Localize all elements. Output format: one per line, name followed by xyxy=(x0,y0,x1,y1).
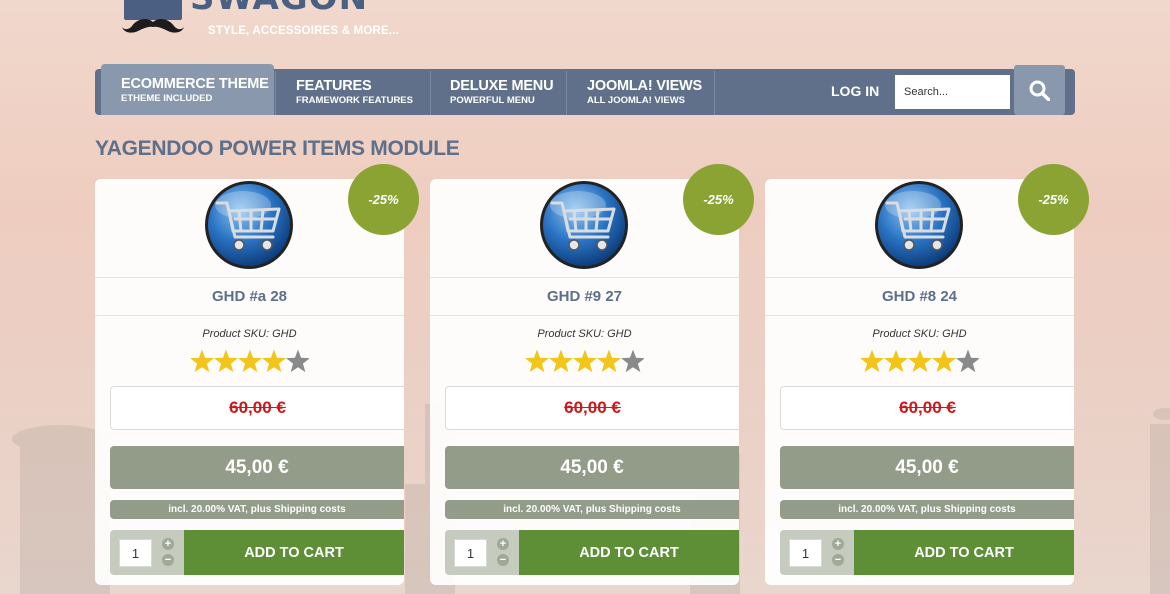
old-price: 60,00 € xyxy=(780,386,1074,430)
search-button[interactable] xyxy=(1014,65,1065,115)
shopping-cart-icon xyxy=(875,181,963,269)
product-card: -25% GHD #a 28 Product SKU: GHD 60,00 € … xyxy=(95,164,419,585)
nav-item-subtitle: ETHEME INCLUDED xyxy=(121,93,213,104)
plus-icon[interactable]: + xyxy=(497,538,509,550)
star-filled-icon xyxy=(525,349,549,373)
minus-icon[interactable]: − xyxy=(832,554,844,566)
nav-item-deluxe-menu[interactable]: DELUXE MENU POWERFUL MENU xyxy=(431,71,566,115)
star-filled-icon xyxy=(190,349,214,373)
quantity-input[interactable] xyxy=(789,539,822,567)
product-sku: Product SKU: GHD xyxy=(872,328,967,340)
nav-item-title: DELUXE MENU xyxy=(450,78,554,94)
star-empty-icon xyxy=(286,349,309,373)
star-empty-icon xyxy=(956,349,979,373)
quantity-input[interactable] xyxy=(119,539,152,567)
mustache-icon xyxy=(122,19,184,33)
star-filled-icon xyxy=(597,349,621,373)
product-sku: Product SKU: GHD xyxy=(537,328,632,340)
logo-wordmark: SWAGON xyxy=(190,0,368,18)
nav-item-title: FEATURES xyxy=(296,78,372,94)
nav-item-joomla-views[interactable]: JOOMLA! VIEWS ALL JOOMLA! VIEWS xyxy=(567,71,714,115)
quantity-stepper: + − xyxy=(110,530,185,575)
old-price: 60,00 € xyxy=(445,386,739,430)
nav-item-ecommerce-theme[interactable]: ECOMMERCE THEME ETHEME INCLUDED xyxy=(101,64,274,115)
minus-icon[interactable]: − xyxy=(497,554,509,566)
old-price-value: 60,00 € xyxy=(564,398,621,417)
star-rating xyxy=(190,349,309,373)
product-name[interactable]: GHD #9 27 xyxy=(430,278,739,316)
nav-item-subtitle: POWERFUL MENU xyxy=(450,95,535,106)
product-name[interactable]: GHD #8 24 xyxy=(765,278,1074,316)
plus-icon[interactable]: + xyxy=(162,538,174,550)
sale-price: 45,00 € xyxy=(780,446,1074,489)
vat-note: incl. 20.00% VAT, plus Shipping costs xyxy=(110,500,404,519)
shopping-cart-icon xyxy=(540,181,628,269)
discount-badge: -25% xyxy=(348,164,419,235)
old-price-value: 60,00 € xyxy=(229,398,286,417)
add-to-cart-button[interactable]: ADD TO CART xyxy=(519,530,739,575)
star-filled-icon xyxy=(573,349,597,373)
vat-note: incl. 20.00% VAT, plus Shipping costs xyxy=(780,500,1074,519)
discount-badge: -25% xyxy=(683,164,754,235)
nav-item-title: JOOMLA! VIEWS xyxy=(587,78,703,94)
vat-note: incl. 20.00% VAT, plus Shipping costs xyxy=(445,500,739,519)
old-price-value: 60,00 € xyxy=(899,398,956,417)
star-filled-icon xyxy=(238,349,262,373)
quantity-stepper: + − xyxy=(780,530,855,575)
star-rating xyxy=(525,349,644,373)
star-filled-icon xyxy=(908,349,932,373)
product-card: -25% GHD #8 24 Product SKU: GHD 60,00 € … xyxy=(765,164,1089,585)
star-filled-icon xyxy=(860,349,884,373)
add-to-cart-button[interactable]: ADD TO CART xyxy=(854,530,1074,575)
discount-badge: -25% xyxy=(1018,164,1089,235)
shopping-cart-icon xyxy=(205,181,293,269)
plus-icon[interactable]: + xyxy=(832,538,844,550)
old-price: 60,00 € xyxy=(110,386,404,430)
login-link[interactable]: LOG IN xyxy=(831,83,879,99)
product-card: -25% GHD #9 27 Product SKU: GHD 60,00 € … xyxy=(430,164,754,585)
product-name[interactable]: GHD #a 28 xyxy=(95,278,404,316)
star-filled-icon xyxy=(549,349,573,373)
quantity-input[interactable] xyxy=(454,539,487,567)
module-title: YAGENDOO POWER ITEMS MODULE xyxy=(95,137,460,160)
logo-tagline: STYLE, ACCESSOIRES & MORE... xyxy=(208,25,400,37)
quantity-stepper: + − xyxy=(445,530,520,575)
logo-hat-shape xyxy=(124,0,182,20)
search-input[interactable] xyxy=(895,75,1010,109)
nav-item-features[interactable]: FEATURES FRAMEWORK FEATURES xyxy=(276,71,430,115)
star-filled-icon xyxy=(214,349,238,373)
search-icon xyxy=(1029,80,1050,101)
nav-divider xyxy=(714,71,715,115)
star-filled-icon xyxy=(262,349,286,373)
nav-item-title: ECOMMERCE THEME xyxy=(121,76,269,92)
minus-icon[interactable]: − xyxy=(162,554,174,566)
add-to-cart-button[interactable]: ADD TO CART xyxy=(184,530,404,575)
nav-item-subtitle: ALL JOOMLA! VIEWS xyxy=(587,95,685,106)
sale-price: 45,00 € xyxy=(110,446,404,489)
star-rating xyxy=(860,349,979,373)
sale-price: 45,00 € xyxy=(445,446,739,489)
star-empty-icon xyxy=(621,349,644,373)
star-filled-icon xyxy=(884,349,908,373)
site-logo[interactable]: SWAGON STYLE, ACCESSOIRES & MORE... xyxy=(120,0,420,46)
main-navigation: ECOMMERCE THEME ETHEME INCLUDED FEATURES… xyxy=(95,64,1075,115)
product-sku: Product SKU: GHD xyxy=(202,328,297,340)
nav-item-subtitle: FRAMEWORK FEATURES xyxy=(296,95,413,106)
star-filled-icon xyxy=(932,349,956,373)
